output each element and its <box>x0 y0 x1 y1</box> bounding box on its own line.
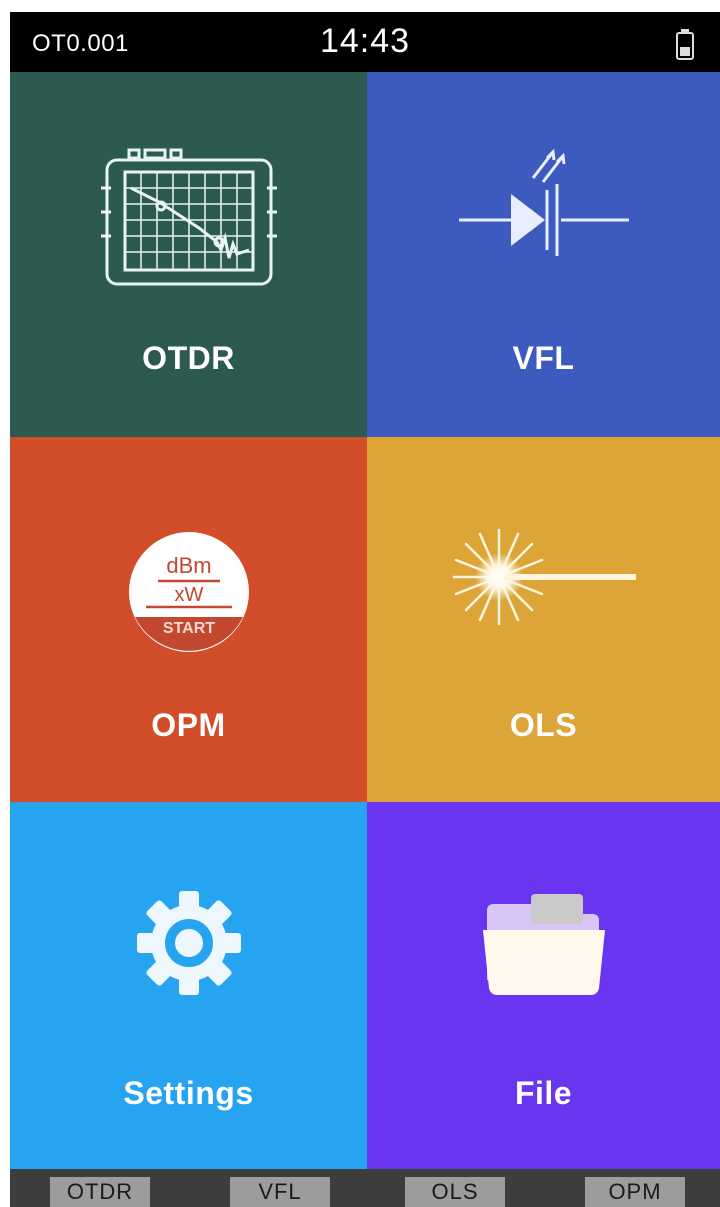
otdr-tile[interactable]: OTDR <box>10 72 367 437</box>
opm-tile[interactable]: dBm xW START OPM <box>10 437 367 802</box>
ols-label: OLS <box>509 707 578 743</box>
laser-diode-icon <box>458 148 629 256</box>
app-screen: OT0.001 14:43 OTDR VFL dBm xW START OPM … <box>0 0 720 1207</box>
tab-opm[interactable]: OPM <box>585 1177 685 1207</box>
tab-ols[interactable]: OLS <box>405 1177 505 1207</box>
opm-icon-top-text: dBm <box>166 553 211 578</box>
vfl-tile[interactable]: VFL <box>367 72 720 437</box>
bottom-tab-bar: OTDR VFL OLS OPM <box>10 1169 720 1207</box>
app-grid: OTDR VFL dBm xW START OPM OLS Settings F… <box>10 72 720 1169</box>
status-bar: OT0.001 14:43 <box>10 12 720 72</box>
folder-icon <box>482 894 605 996</box>
ols-tile[interactable]: OLS <box>367 437 720 802</box>
clock: 14:43 <box>319 22 411 60</box>
gear-icon <box>136 891 241 995</box>
settings-tile[interactable]: Settings <box>10 802 367 1169</box>
vfl-label: VFL <box>512 340 575 376</box>
otdr-label: OTDR <box>142 340 235 376</box>
otdr-device-icon <box>100 148 277 286</box>
opm-icon-middle-text: xW <box>174 584 203 606</box>
power-meter-icon: dBm xW START <box>128 532 249 652</box>
battery-icon <box>676 29 694 60</box>
opm-label: OPM <box>151 707 226 743</box>
tab-vfl[interactable]: VFL <box>230 1177 330 1207</box>
opm-icon-bottom-text: START <box>162 620 214 637</box>
settings-label: Settings <box>123 1075 254 1111</box>
file-label: File <box>514 1075 573 1111</box>
light-source-icon <box>452 528 636 626</box>
tab-otdr[interactable]: OTDR <box>50 1177 150 1207</box>
file-tile[interactable]: File <box>367 802 720 1169</box>
